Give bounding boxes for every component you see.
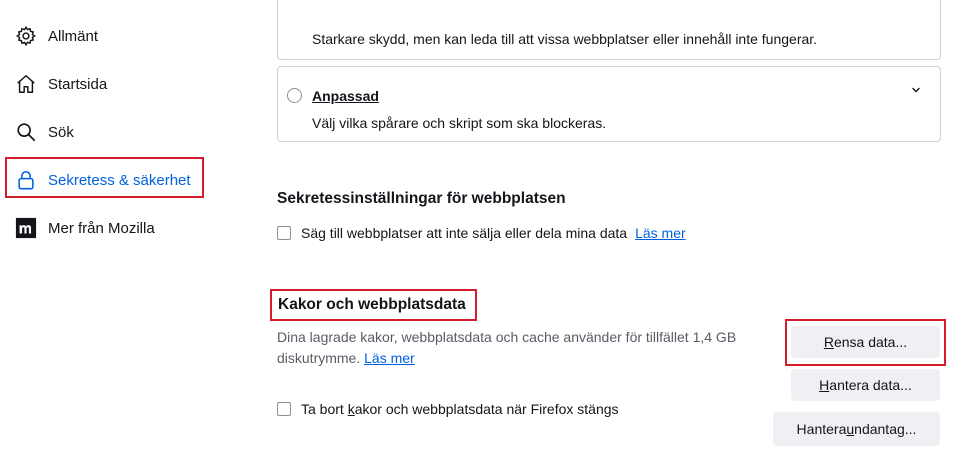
website-privacy-heading: Sekretessinställningar för webbplatsen bbox=[277, 190, 566, 207]
manage-data-label-post: antera data... bbox=[829, 377, 912, 393]
home-icon bbox=[14, 72, 38, 96]
dnt-label[interactable]: Säg till webbplatser att inte sälja elle… bbox=[301, 225, 627, 241]
delete-on-close-row: Ta bort kakor och webbplatsdata när Fire… bbox=[277, 401, 619, 417]
custom-protection-card[interactable]: Anpassad Välj vilka spårare och skript s… bbox=[277, 66, 941, 142]
manage-exceptions-accesskey: u bbox=[846, 421, 855, 437]
custom-protection-description: Välj vilka spårare och skript som ska bl… bbox=[312, 115, 607, 131]
search-icon bbox=[14, 120, 38, 144]
sidebar-item-general[interactable]: Allmänt bbox=[14, 21, 98, 51]
delete-on-close-label[interactable]: Ta bort kakor och webbplatsdata när Fire… bbox=[301, 401, 619, 417]
dnt-row: Säg till webbplatser att inte sälja elle… bbox=[277, 225, 686, 241]
sidebar-item-more-from-mozilla[interactable]: Mer från Mozilla bbox=[14, 213, 155, 243]
sidebar-item-search[interactable]: Sök bbox=[14, 117, 74, 147]
cookies-usage-text: Dina lagrade kakor, webbplatsdata och ca… bbox=[277, 329, 737, 366]
gear-icon bbox=[14, 24, 38, 48]
sidebar-item-label: Startsida bbox=[48, 75, 108, 93]
custom-protection-radio[interactable] bbox=[287, 88, 302, 103]
mozilla-logo-icon bbox=[14, 216, 38, 240]
delete-on-close-accesskey: k bbox=[347, 401, 355, 417]
manage-data-accesskey: H bbox=[819, 377, 830, 393]
dnt-checkbox[interactable] bbox=[277, 226, 291, 240]
manage-exceptions-label-pre: Hantera bbox=[796, 421, 847, 437]
strict-protection-card[interactable]: Starkare skydd, men kan leda till att vi… bbox=[277, 0, 941, 60]
chevron-down-icon[interactable] bbox=[908, 82, 924, 98]
preferences-page: Allmänt Startsida Sök Sekretess & säkerh… bbox=[0, 0, 955, 466]
cookies-learn-more-link[interactable]: Läs mer bbox=[364, 350, 415, 366]
sidebar-item-label: Sök bbox=[48, 123, 74, 141]
strict-protection-description: Starkare skydd, men kan leda till att vi… bbox=[312, 31, 818, 47]
clear-data-button-highlight bbox=[785, 319, 946, 366]
selection-highlight bbox=[5, 157, 204, 198]
custom-protection-title: Anpassad bbox=[312, 88, 379, 104]
cookies-description: Dina lagrade kakor, webbplatsdata och ca… bbox=[277, 327, 757, 369]
delete-on-close-label-post: akor och webbplatsdata när Firefox stäng… bbox=[354, 401, 619, 417]
manage-exceptions-label-post: ndantag... bbox=[854, 421, 917, 437]
manage-data-button[interactable]: Hantera data... bbox=[791, 369, 940, 401]
manage-exceptions-button[interactable]: Hantera u ndantag... bbox=[773, 412, 940, 446]
dnt-learn-more-link[interactable]: Läs mer bbox=[635, 225, 686, 241]
sidebar-item-label: Mer från Mozilla bbox=[48, 219, 155, 237]
sidebar-item-label: Allmänt bbox=[48, 27, 99, 45]
delete-on-close-label-pre: Ta bort bbox=[301, 401, 348, 417]
delete-on-close-checkbox[interactable] bbox=[277, 402, 291, 416]
cookies-heading-highlight bbox=[270, 289, 477, 321]
sidebar-item-home[interactable]: Startsida bbox=[14, 69, 107, 99]
